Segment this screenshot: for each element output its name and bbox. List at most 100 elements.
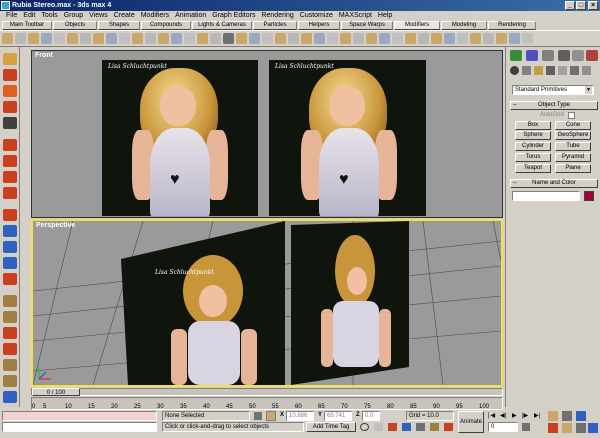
angle-icon[interactable] xyxy=(430,423,439,431)
tab-objects[interactable]: Objects xyxy=(53,21,97,30)
material-editor-icon[interactable] xyxy=(3,343,17,355)
absolute-mode-icon[interactable] xyxy=(266,411,276,421)
track-bar[interactable]: 0 5 10 15 20 25 30 35 40 45 50 55 60 65 … xyxy=(31,397,503,410)
select-scale-icon[interactable] xyxy=(3,139,17,151)
torus-button[interactable]: Torus xyxy=(515,153,551,162)
menu-customize[interactable]: Customize xyxy=(297,11,336,21)
play-icon[interactable]: ▶ xyxy=(512,412,517,419)
tab-space-warps[interactable]: Space Warps xyxy=(341,21,393,30)
skew-icon[interactable] xyxy=(132,33,143,44)
time-slider-track[interactable]: 0 / 100 xyxy=(31,388,503,396)
cylinder-button[interactable]: Cylinder xyxy=(515,142,551,151)
normal-icon[interactable] xyxy=(301,33,312,44)
minimize-button[interactable]: _ xyxy=(565,1,575,10)
align-icon[interactable] xyxy=(3,187,17,199)
bevel-icon[interactable] xyxy=(418,33,429,44)
lathe-icon[interactable] xyxy=(405,33,416,44)
category-dropdown[interactable]: Standard Primitives ▼ xyxy=(512,85,594,95)
volume-select-icon[interactable] xyxy=(444,33,455,44)
space-warps-icon[interactable] xyxy=(570,66,579,75)
poly-select-icon[interactable] xyxy=(470,33,481,44)
maxscript-input[interactable] xyxy=(2,422,157,432)
lock-icon[interactable] xyxy=(254,412,262,420)
go-to-start-icon[interactable]: |◀ xyxy=(488,412,496,419)
tab-rendering[interactable]: Rendering xyxy=(488,21,536,30)
select-object-icon[interactable] xyxy=(3,53,17,65)
hierarchy-tab-icon[interactable] xyxy=(542,50,554,61)
utilities-tab-icon[interactable] xyxy=(586,50,598,61)
tube-button[interactable]: Tube xyxy=(555,142,591,151)
mirror-icon[interactable] xyxy=(197,33,208,44)
maxscript-listener[interactable] xyxy=(2,411,157,421)
tab-modifiers[interactable]: Modifiers xyxy=(394,21,440,30)
go-to-end-icon[interactable]: ▶| xyxy=(534,412,540,419)
slice-icon[interactable] xyxy=(145,33,156,44)
zoom-extents-icon[interactable] xyxy=(576,411,586,421)
array-icon[interactable] xyxy=(3,171,17,183)
mesh-select-icon[interactable] xyxy=(457,33,468,44)
pan-icon[interactable] xyxy=(562,423,572,433)
push-icon[interactable] xyxy=(80,33,91,44)
key-mode-icon[interactable] xyxy=(402,423,411,431)
edit-patch-icon[interactable] xyxy=(366,33,377,44)
spline-select-icon[interactable] xyxy=(496,33,507,44)
object-name-input[interactable] xyxy=(512,191,580,201)
spherify-icon[interactable] xyxy=(158,33,169,44)
unlink-icon[interactable] xyxy=(3,225,17,237)
menu-graph-editors[interactable]: Graph Editors xyxy=(209,11,258,21)
current-frame-field[interactable]: 0 xyxy=(488,422,518,432)
perspective-viewport[interactable]: Perspective Lisa Schluchtpunkt xyxy=(31,219,503,387)
cap-holes-icon[interactable] xyxy=(509,33,520,44)
select-move-icon[interactable] xyxy=(3,101,17,113)
teapot-button[interactable]: Teapot xyxy=(515,164,551,173)
systems-icon[interactable] xyxy=(582,66,591,75)
lattice-icon[interactable] xyxy=(184,33,195,44)
maximize-button[interactable]: □ xyxy=(576,1,586,10)
select-region-icon[interactable] xyxy=(3,85,17,97)
pyramid-button[interactable]: Pyramid xyxy=(555,153,591,162)
select-rotate-icon[interactable] xyxy=(3,117,17,129)
tessellate-icon[interactable] xyxy=(314,33,325,44)
geometry-icon[interactable] xyxy=(510,66,519,75)
preserve-icon[interactable] xyxy=(236,33,247,44)
percent-snap-icon[interactable] xyxy=(3,311,17,323)
xform-icon[interactable] xyxy=(223,33,234,44)
edit-spline-icon[interactable] xyxy=(379,33,390,44)
menu-create[interactable]: Create xyxy=(111,11,138,21)
patch-select-icon[interactable] xyxy=(483,33,494,44)
spinner-snap-icon[interactable] xyxy=(3,327,17,339)
menu-file[interactable]: File xyxy=(3,11,20,21)
x-coordinate-field[interactable]: 10.886 xyxy=(286,411,314,421)
mirror-tool-icon[interactable] xyxy=(3,155,17,167)
object-color-swatch[interactable] xyxy=(584,191,594,201)
taper-icon[interactable] xyxy=(15,33,26,44)
menu-views[interactable]: Views xyxy=(86,11,111,21)
delete-mesh-icon[interactable] xyxy=(522,33,533,44)
maximize-viewport-icon[interactable] xyxy=(588,423,598,433)
shapes-icon[interactable] xyxy=(522,66,531,75)
percent-icon[interactable] xyxy=(444,423,453,431)
menu-tools[interactable]: Tools xyxy=(38,11,60,21)
sphere-button[interactable]: Sphere xyxy=(515,131,551,140)
link-icon[interactable] xyxy=(3,209,17,221)
geosphere-button[interactable]: GeoSphere xyxy=(555,131,591,140)
meshsmooth-icon[interactable] xyxy=(340,33,351,44)
quick-render-icon[interactable] xyxy=(3,375,17,387)
menu-modifiers[interactable]: Modifiers xyxy=(138,11,172,21)
edit-mesh-icon[interactable] xyxy=(353,33,364,44)
menu-edit[interactable]: Edit xyxy=(20,11,38,21)
add-time-tag-button[interactable]: Add Time Tag xyxy=(306,422,356,432)
bevel-profile-icon[interactable] xyxy=(431,33,442,44)
time-configuration-icon[interactable] xyxy=(522,423,530,431)
display-tab-icon[interactable] xyxy=(572,50,584,61)
ripple-icon[interactable] xyxy=(106,33,117,44)
render-scene-icon[interactable] xyxy=(3,359,17,371)
bind-space-warp-icon[interactable] xyxy=(3,241,17,253)
material-icon[interactable] xyxy=(275,33,286,44)
selection-lock-icon[interactable] xyxy=(374,423,383,431)
box-button[interactable]: Box xyxy=(515,121,551,130)
degradation-icon[interactable] xyxy=(388,423,397,431)
relax-icon[interactable] xyxy=(93,33,104,44)
tab-modeling[interactable]: Modeling xyxy=(441,21,487,30)
extrude-icon[interactable] xyxy=(392,33,403,44)
